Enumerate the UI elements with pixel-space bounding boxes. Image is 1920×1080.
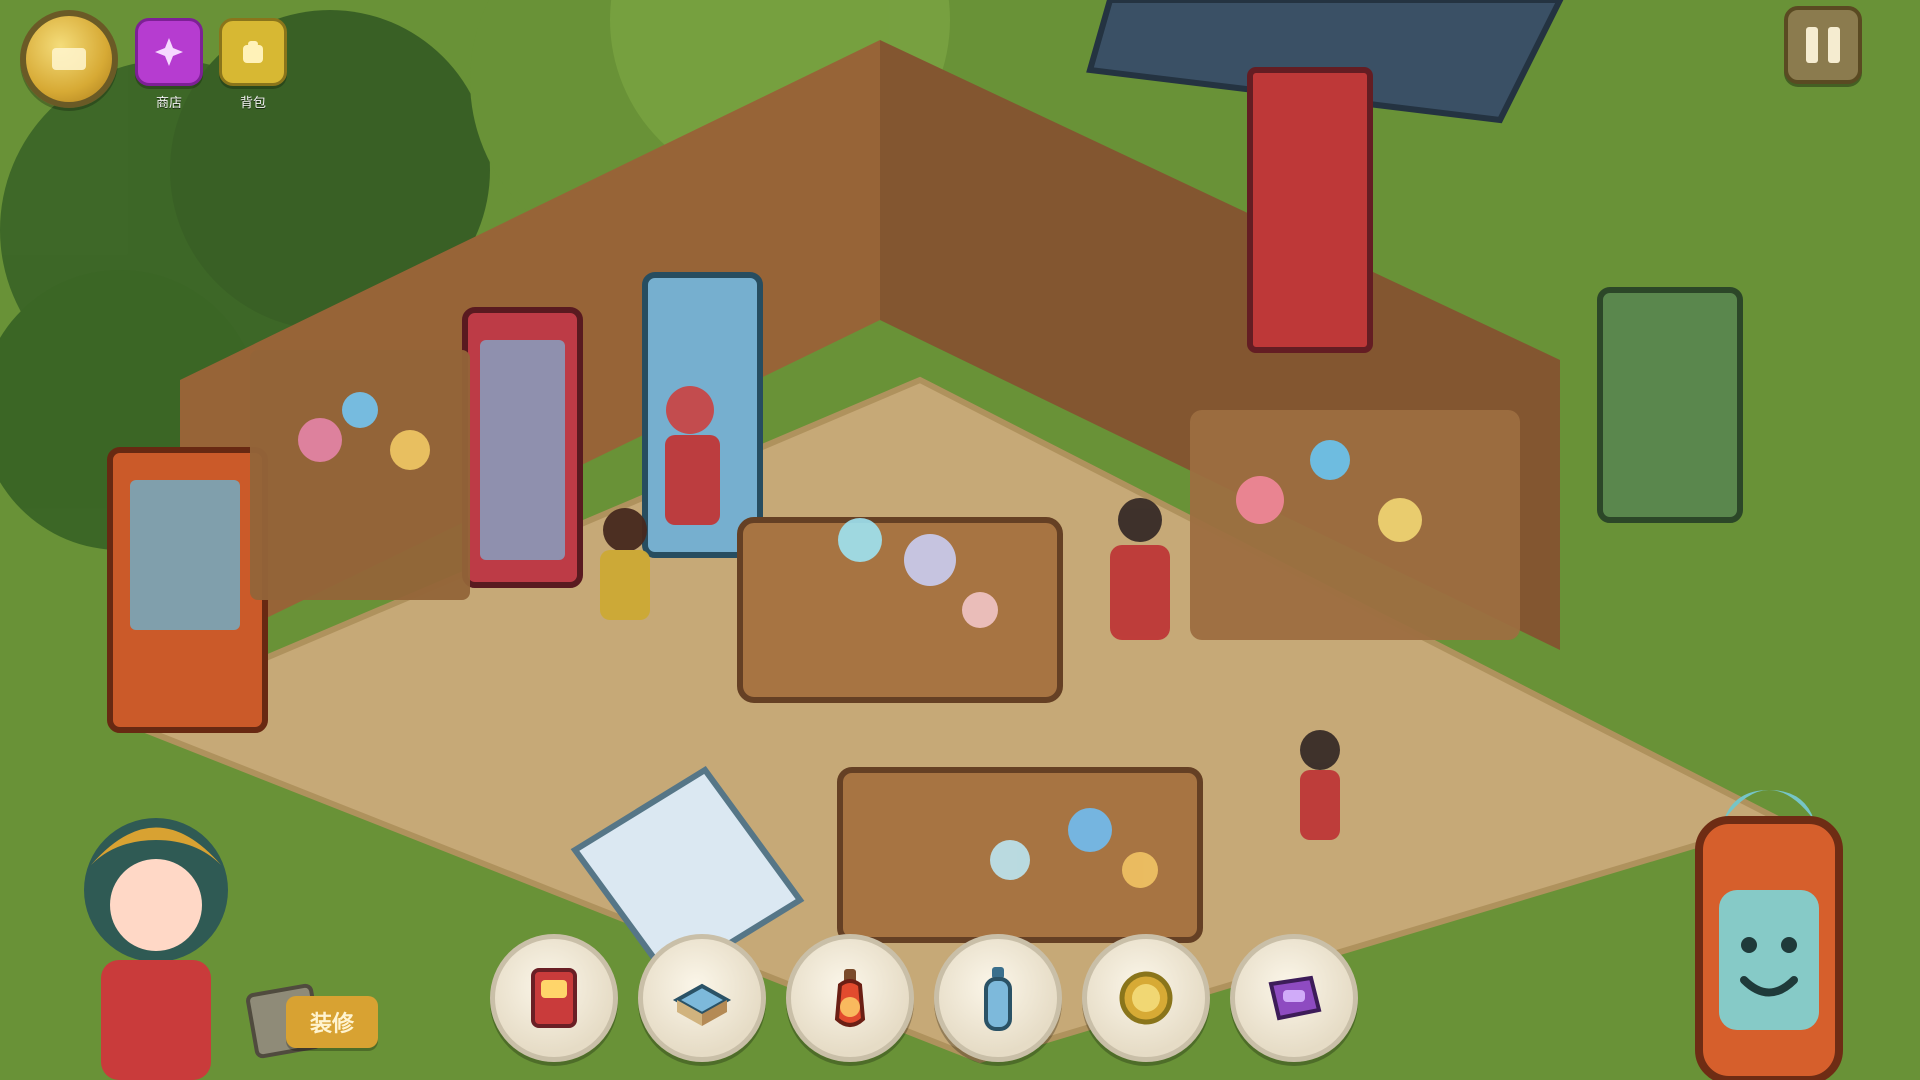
hud-chip-bag[interactable]: 背包 xyxy=(219,18,287,111)
potion-bottle-icon xyxy=(834,969,866,1027)
card-pack-icon xyxy=(531,968,577,1028)
hud-chip-label: 背包 xyxy=(239,96,266,111)
hud-chip-label: 商店 xyxy=(155,96,182,111)
dock-item[interactable] xyxy=(786,934,914,1062)
water-bottle-icon xyxy=(984,967,1012,1031)
dock-item[interactable] xyxy=(1230,934,1358,1062)
coin-icon xyxy=(52,48,86,70)
build-button[interactable]: 装修 xyxy=(286,996,379,1048)
game-scene xyxy=(0,0,1920,1080)
pause-button[interactable] xyxy=(1784,6,1862,84)
pause-icon xyxy=(1828,27,1840,63)
dock-item[interactable] xyxy=(934,934,1062,1062)
gold-coin-icon xyxy=(1119,971,1173,1025)
pause-icon xyxy=(1806,27,1818,63)
dock-item[interactable] xyxy=(1082,934,1210,1062)
build-button-label: 装修 xyxy=(310,1012,355,1037)
shopkeeper-portrait xyxy=(84,818,228,1080)
purple-ticket-icon xyxy=(1268,975,1322,1021)
coin-button[interactable] xyxy=(20,10,118,108)
game-map[interactable] xyxy=(0,0,1920,1080)
top-left-hud: 商店 背包 xyxy=(20,10,287,111)
cooler-box-icon xyxy=(672,983,732,1026)
bag-icon xyxy=(219,18,287,86)
magic-icon xyxy=(135,18,203,86)
mascot xyxy=(1695,790,1843,1080)
bottom-dock xyxy=(490,934,1358,1062)
hud-chip-shop[interactable]: 商店 xyxy=(135,18,203,111)
dock-item[interactable] xyxy=(638,934,766,1062)
dock-item[interactable] xyxy=(490,934,618,1062)
